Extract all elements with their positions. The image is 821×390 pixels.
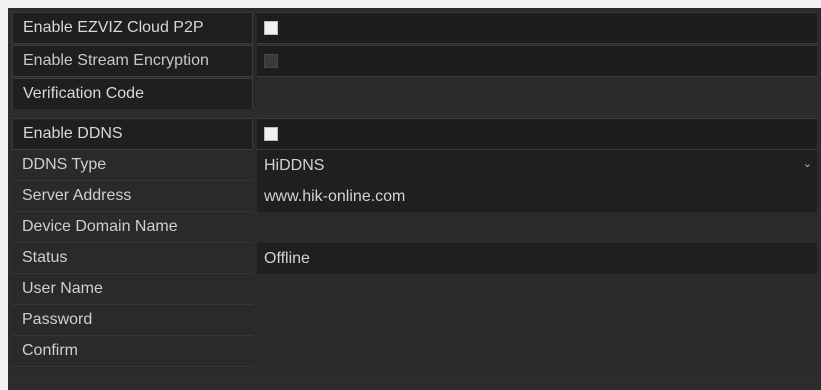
confirm-label: Confirm (12, 336, 253, 367)
status-value: Offline (257, 243, 817, 274)
row-device-domain-name: Device Domain Name (12, 212, 817, 243)
stream-encryption-cell (257, 45, 817, 77)
user-name-field[interactable] (257, 274, 817, 305)
verification-code-label: Verification Code (12, 78, 253, 110)
ddns-type-select[interactable]: HiDDNS ⌄ (257, 150, 817, 181)
user-name-label: User Name (12, 274, 253, 305)
enable-ddns-checkbox[interactable] (264, 127, 278, 141)
server-address-field[interactable]: www.hik-online.com (257, 181, 817, 212)
server-address-label: Server Address (12, 181, 253, 212)
ddns-type-value: HiDDNS (264, 156, 325, 174)
ddns-type-label: DDNS Type (12, 150, 253, 181)
row-password: Password (12, 305, 817, 336)
row-stream-encryption: Enable Stream Encryption (12, 45, 817, 77)
row-status: Status Offline (12, 243, 817, 274)
section-divider (12, 109, 817, 117)
row-server-address: Server Address www.hik-online.com (12, 181, 817, 212)
network-settings-panel: Enable EZVIZ Cloud P2P Enable Stream Enc… (8, 8, 821, 390)
stream-encryption-label: Enable Stream Encryption (12, 45, 253, 77)
chevron-down-icon[interactable]: ⌄ (803, 159, 812, 170)
p2p-section: Enable EZVIZ Cloud P2P Enable Stream Enc… (12, 12, 817, 110)
row-ddns-type: DDNS Type HiDDNS ⌄ (12, 150, 817, 181)
enable-ezviz-label: Enable EZVIZ Cloud P2P (12, 12, 253, 44)
row-user-name: User Name (12, 274, 817, 305)
enable-ezviz-checkbox[interactable] (264, 21, 278, 35)
confirm-field[interactable] (257, 336, 817, 367)
device-domain-name-field[interactable] (257, 212, 817, 243)
password-field[interactable] (257, 305, 817, 336)
enable-ddns-label: Enable DDNS (12, 118, 253, 150)
row-enable-ezviz: Enable EZVIZ Cloud P2P (12, 12, 817, 44)
row-verification-code: Verification Code (12, 78, 817, 110)
status-label: Status (12, 243, 253, 274)
verification-code-field (257, 78, 817, 110)
password-label: Password (12, 305, 253, 336)
enable-ddns-cell (257, 118, 817, 150)
device-domain-name-label: Device Domain Name (12, 212, 253, 243)
row-enable-ddns: Enable DDNS (12, 118, 817, 150)
enable-ezviz-cell (257, 12, 817, 44)
ddns-section: Enable DDNS DDNS Type HiDDNS ⌄ Server Ad… (12, 118, 817, 370)
stream-encryption-checkbox (264, 54, 278, 68)
row-confirm: Confirm (12, 336, 817, 367)
